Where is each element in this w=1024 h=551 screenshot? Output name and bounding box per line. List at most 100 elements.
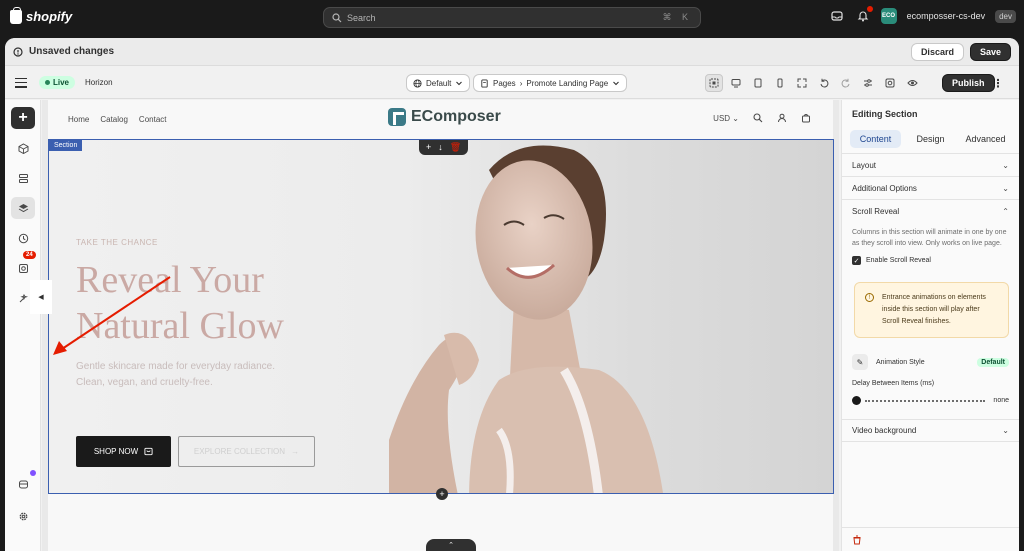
explore-collection-label: EXPLORE COLLECTION	[193, 447, 286, 456]
explore-collection-button[interactable]: EXPLORE COLLECTION →	[178, 436, 315, 467]
hero-eyebrow: TAKE THE CHANCE	[76, 238, 158, 247]
global-search-input[interactable]: Search ⌘ K	[323, 7, 701, 28]
layout-label: Layout	[852, 160, 877, 170]
inbox-icon[interactable]	[829, 8, 845, 24]
unsaved-title: Unsaved changes	[29, 46, 115, 57]
layout-accordion[interactable]: Layout ⌄	[842, 154, 1019, 177]
settings-sliders-icon[interactable]	[859, 74, 877, 92]
tab-content[interactable]: Content	[850, 130, 901, 148]
shopping-bag-icon	[144, 447, 153, 456]
publish-button[interactable]: Publish	[942, 74, 995, 92]
mobile-view-icon[interactable]	[771, 74, 789, 92]
tab-advanced[interactable]: Advanced	[960, 130, 1011, 148]
history-icon[interactable]	[11, 227, 35, 249]
chevron-down-icon	[456, 81, 463, 86]
search-shortcut: ⌘ K	[662, 12, 692, 22]
layers-icon[interactable]	[11, 197, 35, 219]
assets-icon[interactable]: 24	[11, 251, 36, 279]
add-section-below-button[interactable]: +	[436, 488, 448, 500]
live-status-badge: Live	[39, 76, 76, 89]
trash-icon[interactable]	[852, 535, 862, 545]
hero-cta-row: SHOP NOW EXPLORE COLLECTION →	[76, 436, 315, 467]
enable-scroll-reveal-checkbox[interactable]: ✓ Enable Scroll Reveal	[842, 253, 1019, 268]
slider-handle[interactable]	[852, 396, 861, 405]
add-section-icon[interactable]: +	[426, 142, 431, 152]
template-select[interactable]: Default	[406, 74, 471, 92]
preview-eye-icon[interactable]	[903, 74, 921, 92]
inspect-icon[interactable]	[881, 74, 899, 92]
shopify-logo[interactable]: shopify	[10, 6, 73, 24]
store-nav-home[interactable]: Home	[68, 115, 89, 124]
add-element-button[interactable]: +	[11, 107, 35, 129]
section-label-tag[interactable]: Section	[49, 140, 83, 151]
video-background-label: Video background	[852, 426, 917, 435]
delete-section-icon[interactable]: 🗑	[450, 142, 461, 153]
currency-select[interactable]: USD ⌄	[713, 114, 739, 123]
fullscreen-icon[interactable]	[793, 74, 811, 92]
store-logo[interactable]: EComposer	[388, 108, 501, 126]
tab-design[interactable]: Design	[905, 130, 956, 148]
checkmark-icon: ✓	[852, 256, 861, 265]
additional-options-label: Additional Options	[852, 183, 917, 193]
shopify-topbar: shopify Search ⌘ K ECO ecomposser-cs-dev…	[0, 0, 1024, 35]
undo-icon[interactable]	[815, 74, 833, 92]
bell-icon[interactable]	[855, 6, 873, 24]
breadcrumb-separator-icon: ›	[519, 78, 523, 88]
enable-scroll-reveal-label: Enable Scroll Reveal	[866, 257, 931, 264]
scroll-reveal-description: Columns in this section will animate in …	[852, 229, 1007, 247]
scroll-reveal-label: Scroll Reveal	[852, 207, 900, 216]
gear-icon[interactable]	[11, 505, 35, 527]
menu-icon[interactable]	[15, 77, 27, 88]
selection-mode-icon[interactable]	[705, 74, 723, 92]
sections-icon[interactable]	[11, 167, 35, 189]
animation-style-row[interactable]: ✎ Animation Style Default	[842, 354, 1019, 370]
discard-button[interactable]: Discard	[910, 42, 964, 61]
store-nav-contact[interactable]: Contact	[139, 115, 167, 124]
editing-panel: Editing Section Content Design Advanced …	[841, 100, 1019, 551]
shopify-bag-icon	[10, 6, 22, 24]
annotation-arrow	[53, 276, 171, 355]
store-name[interactable]: ecomposser-cs-dev	[907, 11, 986, 21]
more-options-icon[interactable]: ⋮	[991, 74, 1005, 92]
globe-icon	[413, 78, 422, 88]
unsaved-icon	[13, 46, 23, 57]
tablet-view-icon[interactable]	[749, 74, 767, 92]
left-sidebar: + 24	[5, 100, 41, 551]
apps-icon[interactable]	[11, 470, 36, 495]
move-down-icon[interactable]: ↓	[438, 142, 443, 152]
scroll-reveal-accordion[interactable]: Scroll Reveal ⌃	[842, 200, 1019, 223]
shop-now-button[interactable]: SHOP NOW	[76, 436, 171, 467]
page-select[interactable]: Pages › Promote Landing Page	[473, 74, 628, 92]
delay-slider[interactable]: none	[842, 387, 1019, 405]
video-background-accordion[interactable]: Video background ⌄	[842, 419, 1019, 442]
apps-notification-dot	[30, 470, 36, 476]
info-icon: !	[865, 293, 874, 302]
scroll-reveal-warning-text: Entrance animations on elements inside t…	[882, 294, 986, 325]
shopify-wordmark: shopify	[26, 9, 73, 24]
additional-options-accordion[interactable]: Additional Options ⌄	[842, 177, 1019, 200]
animation-style-label: Animation Style	[876, 358, 925, 366]
store-nav: Home Catalog Contact	[68, 115, 167, 124]
redo-icon[interactable]	[837, 74, 855, 92]
notification-dot	[866, 6, 873, 12]
assets-count-badge: 24	[23, 251, 36, 259]
store-avatar[interactable]: ECO	[880, 8, 897, 24]
desktop-view-icon[interactable]	[727, 74, 745, 92]
save-button[interactable]: Save	[969, 42, 1011, 61]
bottom-panel-toggle[interactable]: ⌃	[426, 539, 476, 551]
elements-icon[interactable]	[11, 137, 35, 159]
chevron-down-icon: ⌄	[1002, 426, 1009, 435]
editor-window: Unsaved changes Discard Save Live Horizo…	[5, 38, 1019, 551]
chevron-down-icon: ⌄	[1002, 183, 1009, 193]
hero-subtext-line-2: Clean, vegan, and cruelty-free.	[76, 377, 213, 388]
panel-footer	[842, 527, 1019, 551]
store-dev-tag: dev	[995, 9, 1016, 23]
chevron-down-icon: ⌄	[1002, 160, 1009, 170]
store-nav-catalog[interactable]: Catalog	[100, 115, 128, 124]
section-toolbar: + ↓ 🗑	[419, 140, 469, 155]
search-icon[interactable]	[753, 113, 763, 123]
cart-icon[interactable]	[801, 113, 811, 123]
account-icon[interactable]	[777, 113, 787, 123]
slider-track[interactable]	[865, 399, 986, 402]
unsaved-changes-bar: Unsaved changes Discard Save	[5, 38, 1019, 66]
